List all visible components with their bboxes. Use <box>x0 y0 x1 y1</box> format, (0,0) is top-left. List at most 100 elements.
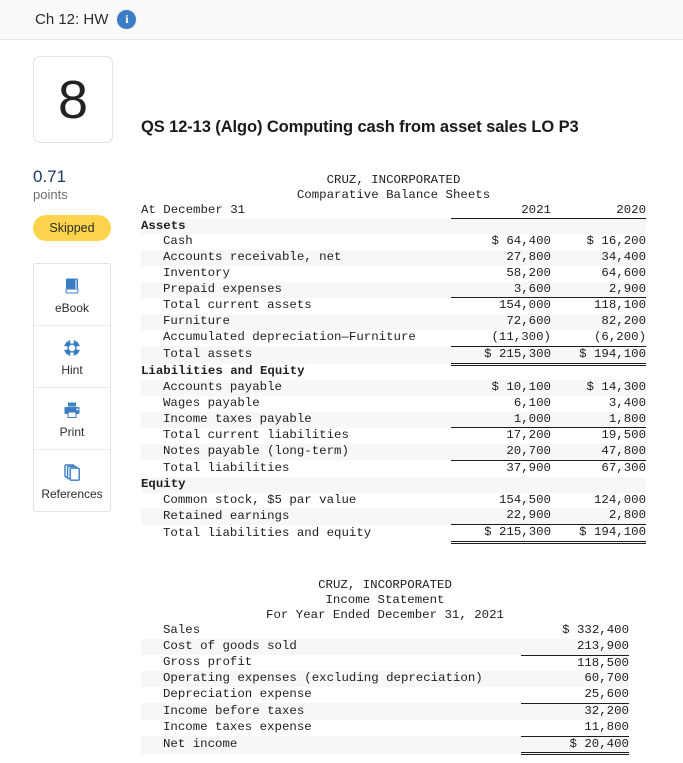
print-button[interactable]: Print <box>34 388 110 451</box>
bs-row-value-2020: 118,100 <box>551 297 647 315</box>
bs-row-label: Total liabilities <box>141 460 451 477</box>
hint-label: Hint <box>61 362 83 377</box>
is-statement-row: Income Statement <box>141 592 629 608</box>
question-number: 8 <box>57 69 89 130</box>
table-row: Operating expenses (excluding depreciati… <box>141 671 629 688</box>
question-rail: 8 0.71 points Skipped eBook Hint Print R… <box>0 56 141 755</box>
bs-row-label: Accounts receivable, net <box>141 250 451 266</box>
bs-row-label: Income taxes payable <box>141 411 451 428</box>
bs-company-row: CRUZ, INCORPORATED <box>141 173 647 188</box>
bs-row-value-2021: 154,500 <box>451 492 551 509</box>
is-row-label: Sales <box>141 622 521 639</box>
is-row-value: 213,900 <box>521 638 629 656</box>
ebook-button[interactable]: eBook <box>34 264 110 327</box>
is-row-value: 118,500 <box>521 655 629 672</box>
bs-row-value-2020: 3,400 <box>551 395 647 412</box>
references-button[interactable]: References <box>34 450 110 511</box>
is-row-label: Income before taxes <box>141 703 521 720</box>
bs-row-value-2020: 82,200 <box>551 314 647 331</box>
is-company-name: CRUZ, INCORPORATED <box>141 577 629 593</box>
bs-row-label: Common stock, $5 par value <box>141 492 451 509</box>
info-icon[interactable]: i <box>117 10 137 29</box>
bs-row-label: Assets <box>141 218 451 235</box>
is-statement-name: Income Statement <box>141 592 629 608</box>
table-row: Cash $ 64,400 $ 16,200 <box>141 234 647 251</box>
references-label: References <box>41 486 103 501</box>
info-glyph: i <box>125 12 129 26</box>
bs-row-label: Cash <box>141 234 451 251</box>
bs-row-value-2020 <box>551 364 647 380</box>
bs-row-value-2021 <box>451 364 551 380</box>
bs-statement-name: Comparative Balance Sheets <box>141 188 647 203</box>
bs-row-value-2021 <box>451 218 551 235</box>
is-row-value: 60,700 <box>521 671 629 688</box>
page-body: 8 0.71 points Skipped eBook Hint Print R… <box>0 40 683 756</box>
bs-col-header-2021: 2021 <box>451 203 551 219</box>
is-row-label: Depreciation expense <box>141 687 521 704</box>
bs-row-value-2021: $ 10,100 <box>451 379 551 396</box>
table-row: Total current assets 154,000 118,100 <box>141 297 647 315</box>
bs-company-name: CRUZ, INCORPORATED <box>141 173 647 188</box>
comparative-balance-sheet-table: CRUZ, INCORPORATED Comparative Balance S… <box>141 173 647 544</box>
bs-row-value-2020 <box>551 218 647 235</box>
bs-row-value-2020: 19,500 <box>551 427 647 445</box>
table-row: Inventory 58,200 64,600 <box>141 265 647 282</box>
table-row: Accumulated depreciation—Furniture (11,3… <box>141 330 647 347</box>
bs-row-value-2021: 72,600 <box>451 314 551 331</box>
table-row: Assets <box>141 218 647 235</box>
table-row: Gross profit 118,500 <box>141 655 629 672</box>
bs-row-label: Furniture <box>141 314 451 331</box>
bs-row-label: Accounts payable <box>141 379 451 396</box>
lifering-icon <box>62 337 82 359</box>
bs-row-label: Notes payable (long-term) <box>141 444 451 461</box>
bs-row-value-2021: 22,900 <box>451 508 551 526</box>
bs-row-label: Total assets <box>141 346 451 365</box>
bs-row-label: Inventory <box>141 265 451 282</box>
is-row-label: Operating expenses (excluding depreciati… <box>141 671 521 688</box>
bs-row-value-2020: 2,800 <box>551 508 647 526</box>
table-row: Retained earnings 22,900 2,800 <box>141 508 647 526</box>
printer-icon <box>62 399 82 421</box>
is-row-value: $ 332,400 <box>521 622 629 639</box>
table-row: Accounts payable $ 10,100 $ 14,300 <box>141 379 647 396</box>
bs-row-label: Equity <box>141 476 451 493</box>
bs-row-value-2020: 1,800 <box>551 411 647 429</box>
bs-row-value-2020: 2,900 <box>551 281 647 299</box>
bs-row-value-2021: 58,200 <box>451 265 551 282</box>
income-statement-table: CRUZ, INCORPORATED Income Statement For … <box>141 577 629 756</box>
bs-column-header-row: At December 31 2021 2020 <box>141 203 647 219</box>
bs-statement-row: Comparative Balance Sheets <box>141 188 647 203</box>
bs-row-label: Retained earnings <box>141 508 451 525</box>
is-row-label: Cost of goods sold <box>141 638 521 656</box>
table-row: Sales $ 332,400 <box>141 622 629 639</box>
is-company-row: CRUZ, INCORPORATED <box>141 577 629 593</box>
bs-row-value-2021: 20,700 <box>451 444 551 461</box>
table-row: Income taxes payable 1,000 1,800 <box>141 411 647 429</box>
bs-row-value-2021: $ 64,400 <box>451 234 551 251</box>
ebook-label: eBook <box>54 300 90 315</box>
page-title: QS 12-13 (Algo) Computing cash from asse… <box>141 118 579 136</box>
bs-row-value-2021: $ 215,300 <box>451 524 551 544</box>
table-row: Depreciation expense 25,600 <box>141 687 629 704</box>
table-row: Cost of goods sold 213,900 <box>141 638 629 656</box>
table-row: Total current liabilities 17,200 19,500 <box>141 427 647 445</box>
bs-row-label: Prepaid expenses <box>141 281 451 298</box>
table-row: Prepaid expenses 3,600 2,900 <box>141 281 647 299</box>
tool-group: eBook Hint Print References <box>33 263 111 513</box>
bs-row-value-2020: 64,600 <box>551 265 647 282</box>
table-row: Total liabilities 37,900 67,300 <box>141 460 647 477</box>
bs-row-label: Accumulated depreciation—Furniture <box>141 330 451 347</box>
bs-row-value-2021: (11,300) <box>451 330 551 347</box>
bs-row-value-2021: 37,900 <box>451 460 551 477</box>
bs-row-value-2020: 124,000 <box>551 492 647 509</box>
bs-row-value-2021: 154,000 <box>451 297 551 315</box>
bs-row-value-2021: 27,800 <box>451 250 551 266</box>
is-row-label: Net income <box>141 736 521 754</box>
bs-row-label: Total liabilities and equity <box>141 524 451 543</box>
bs-row-value-2021: 17,200 <box>451 427 551 445</box>
is-row-value: $ 20,400 <box>521 736 629 756</box>
bs-row-value-2020: (6,200) <box>551 330 647 347</box>
hint-button[interactable]: Hint <box>34 326 110 389</box>
question-number-box: 8 <box>33 56 113 143</box>
bs-row-label: Liabilities and Equity <box>141 364 451 380</box>
